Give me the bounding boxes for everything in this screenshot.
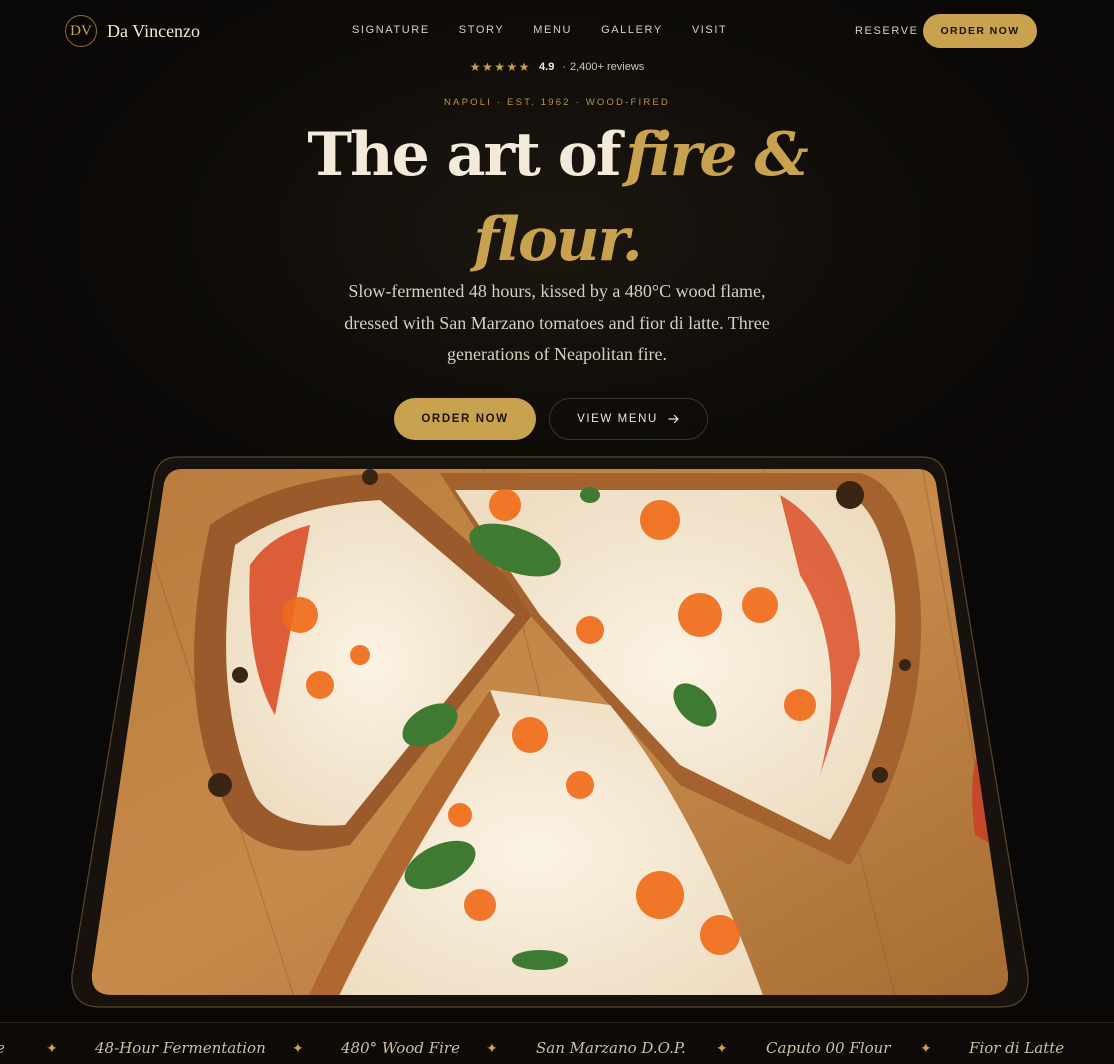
nav-link-signature[interactable]: SIGNATURE <box>352 24 430 36</box>
sparkle-icon: ✦ <box>920 1040 932 1056</box>
nav-links: SIGNATURE STORY MENU GALLERY VISIT <box>352 24 727 36</box>
brand-name: Da Vincenzo <box>107 20 201 41</box>
nav-link-visit[interactable]: VISIT <box>692 24 728 36</box>
sparkle-icon: ✦ <box>716 1040 728 1056</box>
order-now-button[interactable]: ORDER NOW <box>394 398 536 440</box>
hero-eyebrow: NAPOLI · EST. 1962 · WOOD-FIRED <box>443 97 671 108</box>
nav-link-menu[interactable]: MENU <box>533 24 572 36</box>
hero-subcopy: Slow-fermented 48 hours, kissed by a 480… <box>344 281 770 364</box>
brand-logo[interactable]: DV Da Vincenzo <box>65 15 200 47</box>
marquee-item: Caputo 00 Flour <box>766 1039 891 1057</box>
marquee-item: 48-Hour Fermentation <box>95 1039 266 1057</box>
marquee-item: 480° Wood Fire <box>341 1039 460 1057</box>
view-menu-label: VIEW MENU <box>577 413 658 425</box>
view-menu-button[interactable]: VIEW MENU <box>549 398 708 440</box>
rating-separator: · <box>562 61 566 73</box>
hero-pizza-image <box>71 456 1029 1008</box>
headline-plain: The art of <box>307 120 621 190</box>
features-marquee: e ✦ 48-Hour Fermentation ✦ 480° Wood Fir… <box>0 1022 1114 1064</box>
rating-summary: ★★★★★ 4.9 · 2,400+ reviews <box>0 60 1114 74</box>
hero-headline: The art of fire & flour. <box>0 120 1114 290</box>
monogram-badge: DV <box>65 15 97 47</box>
top-navigation: DV Da Vincenzo SIGNATURE STORY MENU GALL… <box>0 0 1114 62</box>
marquee-fragment: e <box>0 1039 5 1057</box>
sparkle-icon: ✦ <box>46 1040 58 1056</box>
reserve-link[interactable]: RESERVE <box>855 25 919 37</box>
headline-accent-line2: flour. <box>473 205 642 275</box>
headline-accent-line1: fire & <box>625 120 808 190</box>
nav-link-story[interactable]: STORY <box>459 24 505 36</box>
arrow-right-icon <box>668 414 679 424</box>
marquee-item: Fior di Latte <box>969 1039 1065 1057</box>
review-count: 2,400+ reviews <box>569 61 645 73</box>
order-now-button-nav[interactable]: ORDER NOW <box>923 14 1037 48</box>
star-rating-icon: ★★★★★ <box>469 60 532 74</box>
rating-value: 4.9 <box>539 61 555 73</box>
sparkle-icon: ✦ <box>292 1040 304 1056</box>
marquee-item: San Marzano D.O.P. <box>536 1039 686 1057</box>
sparkle-icon: ✦ <box>486 1040 498 1056</box>
nav-link-gallery[interactable]: GALLERY <box>601 24 663 36</box>
